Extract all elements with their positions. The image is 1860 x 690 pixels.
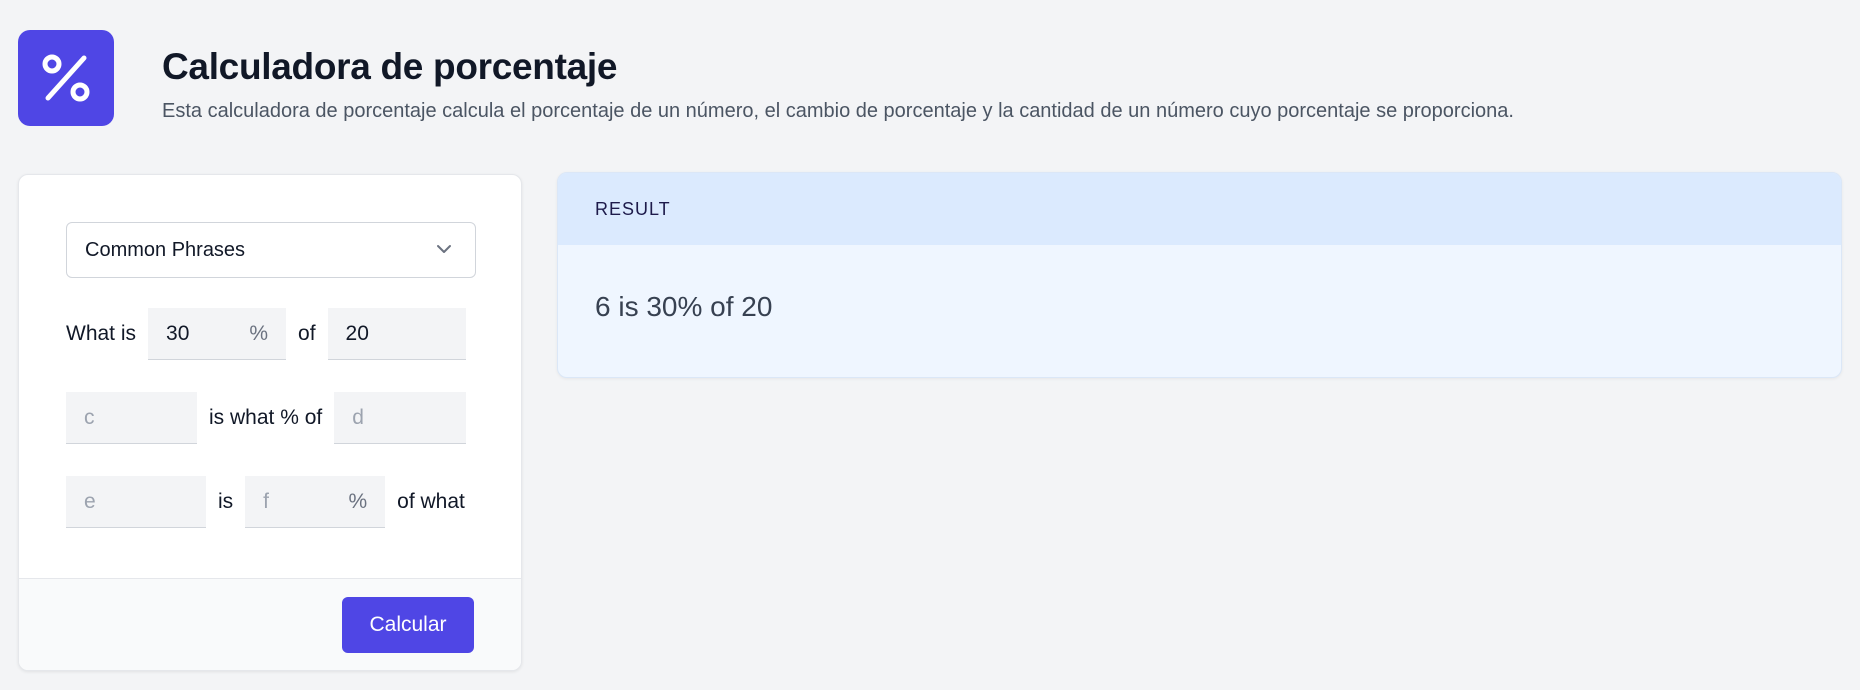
result-heading: RESULT	[558, 173, 1841, 245]
number-input-b[interactable]: 20	[327, 308, 466, 360]
label-of-what: of what	[397, 490, 465, 513]
calculator-form-card: Common Phrases What is 30 % of 20 c is w…	[18, 174, 522, 671]
input-d-placeholder: d	[352, 405, 364, 429]
percent-input-a[interactable]: 30 %	[148, 308, 287, 360]
chevron-down-icon	[437, 245, 451, 253]
input-a-value: 30	[166, 321, 190, 345]
result-card: RESULT 6 is 30% of 20	[557, 172, 1842, 378]
app-logo	[18, 30, 114, 126]
mode-select[interactable]: Common Phrases	[66, 222, 476, 278]
percent-sign: %	[348, 489, 368, 513]
result-text: 6 is 30% of 20	[595, 291, 773, 322]
label-is-what-percent-of: is what % of	[209, 406, 323, 429]
input-c-placeholder: c	[84, 405, 95, 429]
label-what-is: What is	[66, 322, 137, 345]
row-what-is: What is 30 % of 20	[66, 308, 466, 360]
number-input-d[interactable]: d	[334, 392, 467, 444]
percent-sign: %	[249, 321, 269, 345]
percent-input-f[interactable]: f %	[245, 476, 386, 528]
percent-icon	[42, 54, 90, 102]
page-title: Calculadora de porcentaje	[162, 46, 618, 87]
page-header: Calculadora de porcentaje Esta calculado…	[18, 30, 1514, 126]
mode-select-value: Common Phrases	[85, 238, 246, 261]
form-footer: Calcular	[19, 578, 521, 670]
input-e-placeholder: e	[84, 489, 96, 513]
label-of: of	[298, 322, 316, 345]
row-is-what-percent: c is what % of d	[66, 392, 467, 444]
number-input-c[interactable]: c	[66, 392, 197, 444]
input-b-value: 20	[345, 321, 369, 345]
label-is: is	[218, 490, 234, 513]
calculate-button[interactable]: Calcular	[342, 597, 474, 653]
number-input-e[interactable]: e	[66, 476, 206, 528]
page-subtitle: Esta calculadora de porcentaje calcula e…	[162, 100, 1514, 122]
row-of-what: e is f % of what	[66, 476, 465, 528]
input-f-placeholder: f	[263, 489, 270, 513]
